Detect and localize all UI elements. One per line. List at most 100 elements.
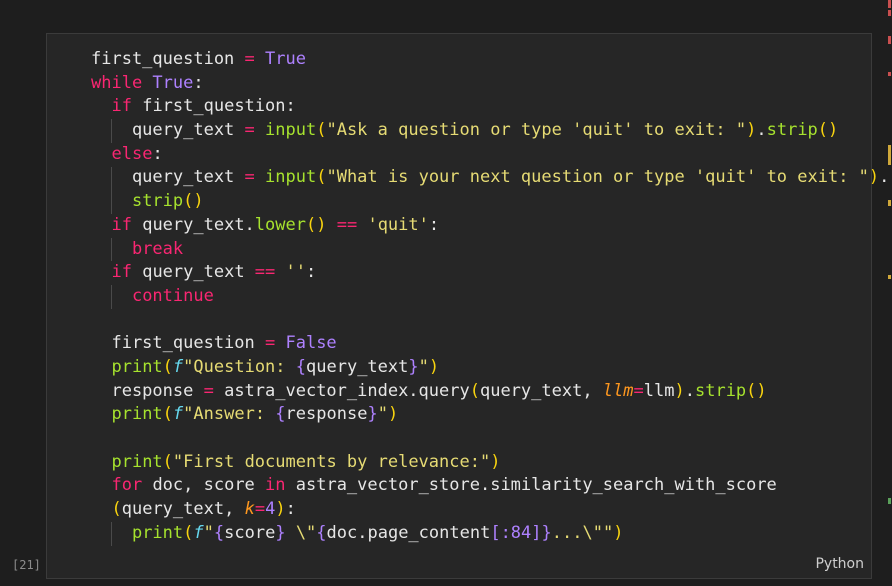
code-token: query_text.	[131, 214, 255, 235]
code-token: (	[162, 404, 173, 425]
code-token: )	[746, 120, 757, 141]
code-token: "Ask a question or type 'quit' to exit: …	[326, 120, 747, 141]
code-line[interactable]: else:	[91, 143, 889, 167]
code-token: ...\""	[551, 522, 614, 543]
code-token: )	[868, 167, 880, 188]
code-token: =	[203, 380, 214, 401]
code-line[interactable]: first_question = True	[91, 48, 889, 72]
code-token: continue	[131, 285, 214, 306]
code-token: f	[172, 404, 184, 425]
code-line[interactable]: (query_text, k=4):	[91, 498, 889, 522]
code-token: else	[111, 143, 153, 164]
code-token: query_text,	[121, 499, 245, 520]
code-token: 4	[265, 499, 276, 520]
code-token: query_text	[91, 120, 245, 141]
code-token: {	[295, 356, 307, 377]
notebook-code-cell[interactable]: first_question = True while True: if firs…	[46, 33, 889, 579]
code-line[interactable]: first_question = False	[91, 332, 889, 356]
code-token: =	[244, 49, 255, 69]
code-token: llm	[602, 380, 634, 401]
code-token: (	[183, 522, 194, 543]
language-indicator[interactable]: Python	[815, 556, 864, 572]
code-token: (	[162, 356, 173, 377]
code-line[interactable]: if query_text == '':	[91, 261, 889, 285]
code-token: .	[684, 380, 695, 401]
code-token: input	[265, 167, 317, 188]
code-line[interactable]	[91, 309, 889, 333]
code-line[interactable]: query_text = input("What is your next qu…	[91, 166, 889, 190]
code-line[interactable]: if first_question:	[91, 95, 889, 119]
code-token: {	[316, 522, 327, 543]
code-token: response	[91, 380, 204, 401]
code-token: :	[428, 214, 440, 235]
code-token: "	[377, 404, 388, 425]
execution-count: [21]	[12, 558, 41, 572]
code-token: print	[131, 522, 184, 543]
code-token: ]	[531, 522, 542, 543]
code-token: print	[111, 451, 163, 472]
code-token: if	[111, 262, 132, 283]
code-token: print	[111, 356, 163, 377]
ruler-marker	[888, 36, 891, 44]
code-line[interactable]: for doc, score in astra_vector_store.sim…	[91, 474, 889, 498]
ruler-marker	[888, 0, 891, 8]
code-line[interactable]: while True:	[91, 72, 889, 96]
code-token: False	[275, 333, 337, 354]
code-line[interactable]: print(f"Question: {query_text}")	[91, 356, 889, 380]
code-token: doc.page_content	[326, 522, 491, 543]
code-token: {	[213, 522, 225, 543]
code-token: )	[387, 404, 399, 425]
code-token: 'quit'	[367, 214, 429, 235]
ruler-marker	[888, 200, 891, 206]
code-line[interactable]: query_text = input("Ask a question or ty…	[91, 119, 889, 143]
code-token: ()	[746, 380, 767, 401]
code-line[interactable]: break	[91, 238, 889, 262]
code-line[interactable]: strip()	[91, 190, 889, 214]
indent-guide	[111, 166, 113, 214]
code-token: "First documents by relevance:"	[172, 451, 491, 472]
overview-ruler[interactable]	[886, 0, 892, 586]
code-token: }	[541, 522, 552, 543]
code-token: (	[111, 499, 122, 520]
code-token: ==	[336, 214, 358, 235]
code-editor[interactable]: first_question = True while True: if firs…	[91, 48, 889, 545]
code-token: )	[674, 380, 685, 401]
code-line[interactable]: print("First documents by relevance:")	[91, 451, 889, 475]
code-token: =	[244, 120, 255, 141]
code-token: if	[111, 214, 132, 235]
code-token: f	[172, 356, 184, 377]
code-token: for	[111, 475, 143, 496]
ruler-marker	[888, 275, 891, 279]
code-line[interactable]: if query_text.lower() == 'quit':	[91, 214, 889, 238]
code-token: "	[418, 356, 429, 377]
code-token: }	[367, 404, 378, 425]
code-line[interactable]: print(f"{score} \"{doc.page_content[:84]…	[91, 522, 889, 546]
code-token: query_text,	[479, 380, 603, 401]
code-token: :	[306, 262, 317, 283]
code-token: }	[275, 522, 286, 543]
code-line[interactable]: print(f"Answer: {response}")	[91, 403, 889, 427]
code-token: query_text	[306, 356, 409, 377]
code-token: =	[244, 167, 255, 188]
code-token: in	[265, 475, 286, 496]
code-token: print	[111, 404, 163, 425]
code-token: astra_vector_index.query	[213, 380, 470, 401]
indent-guide	[111, 119, 113, 143]
code-line[interactable]	[91, 427, 889, 451]
code-token: f	[193, 522, 204, 543]
code-token: strip	[694, 380, 747, 401]
code-line[interactable]: continue	[91, 285, 889, 309]
code-token: first_question	[91, 333, 265, 354]
code-token: =	[633, 380, 644, 401]
code-token: =	[254, 499, 266, 520]
code-line[interactable]: response = astra_vector_index.query(quer…	[91, 380, 889, 404]
code-token: (	[316, 167, 327, 188]
code-token: )	[490, 451, 501, 472]
